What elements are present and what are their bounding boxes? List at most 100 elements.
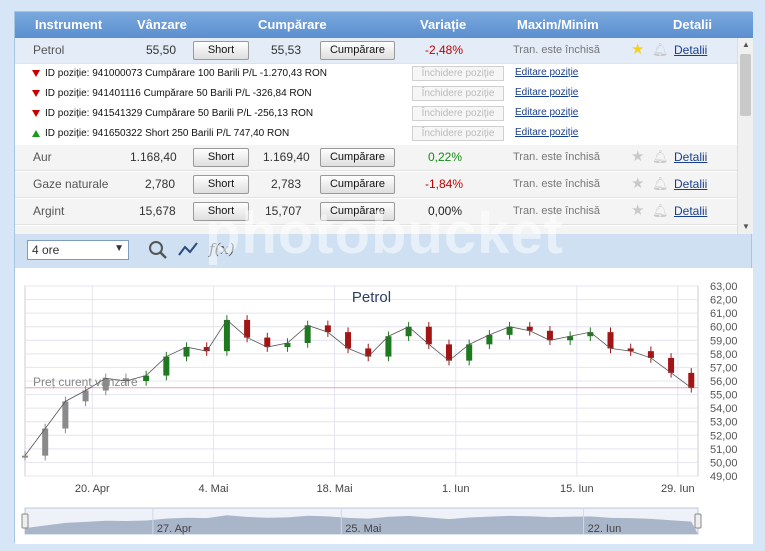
instrument-row-gaze-naturale[interactable]: Gaze naturale 2,780 Short 2,783 Cumpărar… [15, 172, 737, 198]
edit-position-link[interactable]: Editare poziție [515, 127, 578, 138]
y-tick-label: 54,00 [710, 403, 738, 415]
zoom-icon[interactable] [147, 239, 169, 261]
sell-price: 15,678 [139, 204, 176, 218]
instrument-row-argint[interactable]: Argint 15,678 Short 15,707 Cumpărare 0,0… [15, 199, 737, 225]
short-button[interactable]: Short [193, 41, 249, 60]
period-select[interactable]: 4 ore ▼ [27, 240, 129, 260]
candle-body [668, 357, 675, 373]
buy-price: 1.169,40 [263, 150, 310, 164]
status-text: Tran. este închisă [513, 205, 601, 217]
status-text: Tran. este închisă [513, 178, 601, 190]
trading-panel: Instrument Vânzare Cumpărare Variație Ma… [14, 11, 753, 544]
navigator-label: 22. Iun [588, 523, 622, 535]
buy-button[interactable]: Cumpărare [320, 202, 395, 221]
profit-arrow-icon [32, 130, 40, 137]
x-tick-label: 29. Iun [661, 483, 695, 495]
buy-button[interactable]: Cumpărare [320, 175, 395, 194]
position-text: ID poziție: 941401116 Cumpărare 50 Baril… [45, 88, 312, 99]
favorite-star-icon[interactable]: ★ [631, 149, 644, 164]
position-text: ID poziție: 941000073 Cumpărare 100 Bari… [45, 68, 328, 79]
short-button[interactable]: Short [193, 148, 249, 167]
instrument-row-aur[interactable]: Aur 1.168,40 Short 1.169,40 Cumpărare 0,… [15, 145, 737, 171]
instrument-name: Gaze naturale [33, 177, 109, 191]
position-row: ID poziție: 941541329 Cumpărare 50 Baril… [15, 104, 737, 124]
buy-price: 55,53 [271, 43, 302, 57]
y-tick-label: 62,00 [710, 295, 738, 307]
instrument-name: Aur [33, 150, 52, 164]
header-details: Detalii [673, 17, 713, 32]
candle-body [102, 378, 109, 391]
position-text: ID poziție: 941650322 Short 250 Barili P… [45, 128, 290, 139]
candle-body [244, 319, 251, 338]
navigator-label: 25. Mai [345, 523, 381, 535]
buy-price: 2,783 [271, 177, 302, 191]
candle-body [22, 455, 28, 458]
x-tick-label: 1. Iun [442, 483, 470, 495]
navigator-label: 27. Apr [157, 523, 192, 535]
buy-button[interactable]: Cumpărare [320, 41, 395, 60]
edit-position-link[interactable]: Editare poziție [515, 87, 578, 98]
status-text: Tran. este închisă [513, 151, 601, 163]
instrument-row-partial[interactable] [15, 226, 737, 234]
candle-body [425, 326, 432, 345]
chevron-down-icon: ▼ [114, 243, 124, 254]
edit-position-link[interactable]: Editare poziție [515, 67, 578, 78]
y-tick-label: 60,00 [710, 322, 738, 334]
function-icon[interactable]: f(x) [209, 240, 235, 262]
instrument-name: Petrol [33, 43, 65, 57]
instrument-table: Petrol 55,50 Short 55,53 Cumpărare -2,48… [15, 38, 737, 234]
alert-bell-icon[interactable]: 🔔︎ [652, 203, 669, 218]
header-instrument: Instrument [35, 17, 103, 32]
table-header: Instrument Vânzare Cumpărare Variație Ma… [15, 12, 753, 38]
header-maxmin: Maxim/Minim [517, 17, 599, 32]
candle-body [62, 401, 69, 429]
status-text: Tran. este închisă [513, 44, 601, 56]
y-tick-label: 49,00 [710, 471, 738, 483]
close-position-button[interactable]: Închidere poziție [412, 66, 504, 81]
change-value: 0,00% [428, 204, 463, 218]
y-tick-label: 52,00 [710, 430, 738, 442]
line-chart-icon[interactable] [177, 239, 199, 261]
edit-position-link[interactable]: Editare poziție [515, 107, 578, 118]
details-link[interactable]: Detalii [674, 43, 707, 57]
favorite-star-icon[interactable]: ★ [631, 203, 644, 218]
y-tick-label: 53,00 [710, 417, 738, 429]
chart-title: Petrol [352, 289, 391, 306]
short-button[interactable]: Short [193, 202, 249, 221]
y-tick-label: 58,00 [710, 349, 738, 361]
change-value: 0,22% [428, 150, 463, 164]
alert-bell-icon[interactable]: 🔔︎ [652, 149, 669, 164]
table-scrollbar[interactable]: ▲ ▼ [737, 38, 753, 234]
loss-arrow-icon [32, 110, 40, 117]
favorite-star-icon[interactable]: ★ [631, 176, 644, 191]
y-tick-label: 55,00 [710, 390, 738, 402]
details-link[interactable]: Detalii [674, 177, 707, 191]
y-tick-label: 51,00 [710, 444, 738, 456]
x-tick-label: 15. Iun [560, 483, 594, 495]
sell-price: 55,50 [146, 43, 177, 57]
scroll-down-icon[interactable]: ▼ [742, 222, 750, 231]
candle-body [163, 356, 170, 376]
close-position-button[interactable]: Închidere poziție [412, 126, 504, 141]
y-tick-label: 57,00 [710, 362, 738, 374]
header-sell: Vânzare [137, 17, 187, 32]
scroll-up-icon[interactable]: ▲ [742, 40, 750, 49]
scroll-thumb[interactable] [740, 54, 751, 116]
position-text: ID poziție: 941541329 Cumpărare 50 Baril… [45, 108, 314, 119]
loss-arrow-icon [32, 90, 40, 97]
x-tick-label: 20. Apr [75, 483, 110, 495]
details-link[interactable]: Detalii [674, 150, 707, 164]
candle-body [688, 372, 695, 388]
alert-bell-icon[interactable]: 🔔︎ [652, 176, 669, 191]
short-button[interactable]: Short [193, 175, 249, 194]
candle-body [445, 344, 452, 361]
details-link[interactable]: Detalii [674, 204, 707, 218]
navigator-handle-left [21, 513, 29, 529]
instrument-row-petrol[interactable]: Petrol 55,50 Short 55,53 Cumpărare -2,48… [15, 38, 737, 64]
buy-button[interactable]: Cumpărare [320, 148, 395, 167]
close-position-button[interactable]: Închidere poziție [412, 86, 504, 101]
close-position-button[interactable]: Închidere poziție [412, 106, 504, 121]
alert-bell-icon[interactable]: 🔔︎ [652, 42, 669, 57]
change-value: -1,84% [425, 177, 464, 191]
favorite-star-icon[interactable]: ★ [631, 42, 644, 57]
